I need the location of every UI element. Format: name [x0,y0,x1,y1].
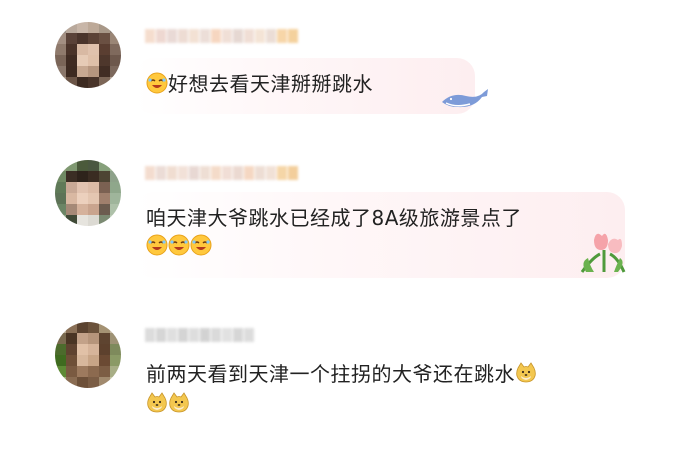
comment-text-line: 前两天看到天津一个拄拐的大爷还在跳水 [146,358,537,387]
emoji-line [146,392,190,416]
username[interactable] [145,328,254,342]
rolling-laugh-emoji [168,234,190,256]
comment-1: 好想去看天津掰掰跳水 [0,0,678,140]
doge-emoji [515,362,537,384]
username[interactable] [145,29,298,43]
comment-2: 咱天津大爷跳水已经成了8A级旅游景点了 [0,140,678,300]
rolling-laugh-emoji [146,72,168,94]
comment-text: 前两天看到天津一个拄拐的大爷还在跳水 [146,362,515,386]
comment-text: 好想去看天津掰掰跳水 [168,72,373,96]
rolling-laugh-emoji [190,234,212,256]
username[interactable] [145,166,298,180]
avatar[interactable] [55,160,121,226]
avatar[interactable] [55,22,121,88]
avatar[interactable] [55,322,121,388]
comment-3: 前两天看到天津一个拄拐的大爷还在跳水 [0,300,678,454]
comment-text-line: 好想去看天津掰掰跳水 [146,68,373,97]
comment-text-line: 咱天津大爷跳水已经成了8A级旅游景点了 [146,202,522,231]
comment-text: 咱天津大爷跳水已经成了8A级旅游景点了 [146,206,522,230]
rolling-laugh-emoji [146,234,168,256]
tulip-icon [578,228,630,278]
doge-emoji [168,392,190,414]
doge-emoji [146,392,168,414]
whale-icon [440,86,490,116]
emoji-line [146,234,212,258]
